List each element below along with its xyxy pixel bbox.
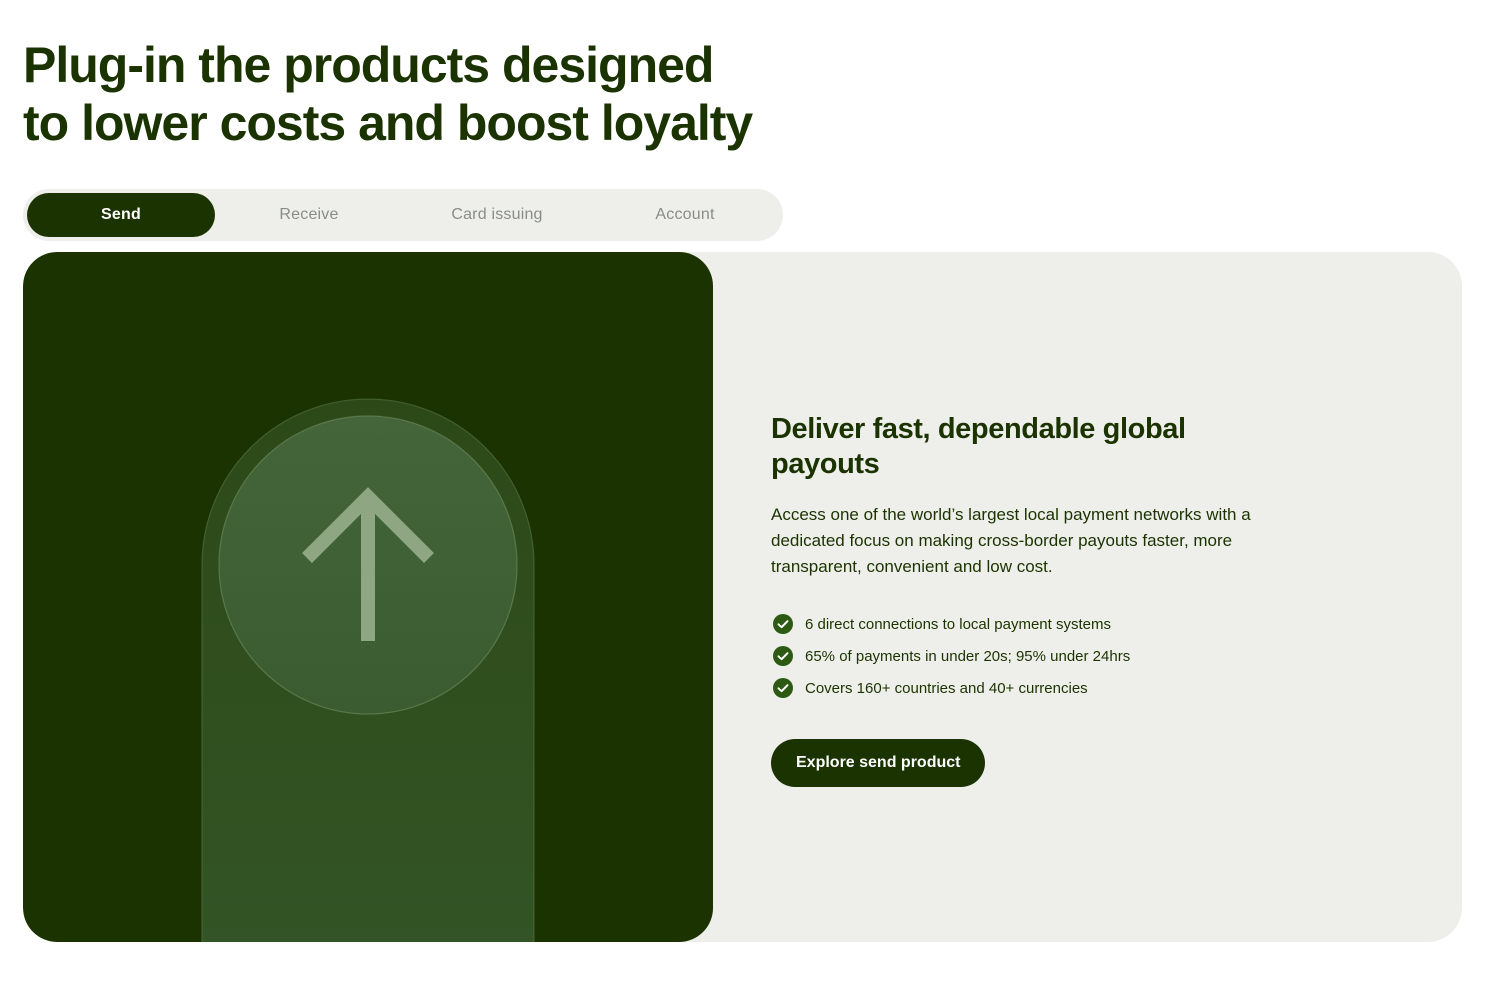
check-circle-icon — [773, 646, 793, 666]
explore-send-product-button[interactable]: Explore send product — [771, 739, 986, 787]
list-item: 6 direct connections to local payment sy… — [771, 608, 1331, 640]
product-description: Access one of the world’s largest local … — [771, 505, 1251, 576]
feature-text: 65% of payments in under 20s; 95% under … — [805, 647, 1131, 665]
tab-send[interactable]: Send — [27, 193, 215, 237]
product-visual — [23, 252, 713, 942]
list-item: 65% of payments in under 20s; 95% under … — [771, 640, 1331, 672]
feature-text: Covers 160+ countries and 40+ currencies — [805, 679, 1088, 697]
check-circle-icon — [773, 614, 793, 634]
product-panel: Deliver fast, dependable global payouts … — [23, 252, 1462, 942]
headline-line-2: to lower costs and boost loyalty — [23, 95, 753, 151]
product-tabs: Send Receive Card issuing Account — [23, 189, 783, 241]
tab-card-issuing[interactable]: Card issuing — [403, 193, 591, 237]
send-illustration — [201, 398, 535, 942]
check-circle-icon — [773, 678, 793, 698]
headline-line-1: Plug-in the products designed — [23, 37, 714, 93]
tab-account[interactable]: Account — [591, 193, 779, 237]
page: Plug-in the products designed to lower c… — [0, 0, 1499, 991]
feature-list: 6 direct connections to local payment sy… — [771, 608, 1331, 704]
tab-receive[interactable]: Receive — [215, 193, 403, 237]
product-content: Deliver fast, dependable global payouts … — [771, 412, 1331, 787]
list-item: Covers 160+ countries and 40+ currencies — [771, 672, 1331, 704]
product-title: Deliver fast, dependable global payouts — [771, 413, 1186, 480]
feature-text: 6 direct connections to local payment sy… — [805, 615, 1111, 633]
page-headline: Plug-in the products designed to lower c… — [23, 36, 783, 152]
